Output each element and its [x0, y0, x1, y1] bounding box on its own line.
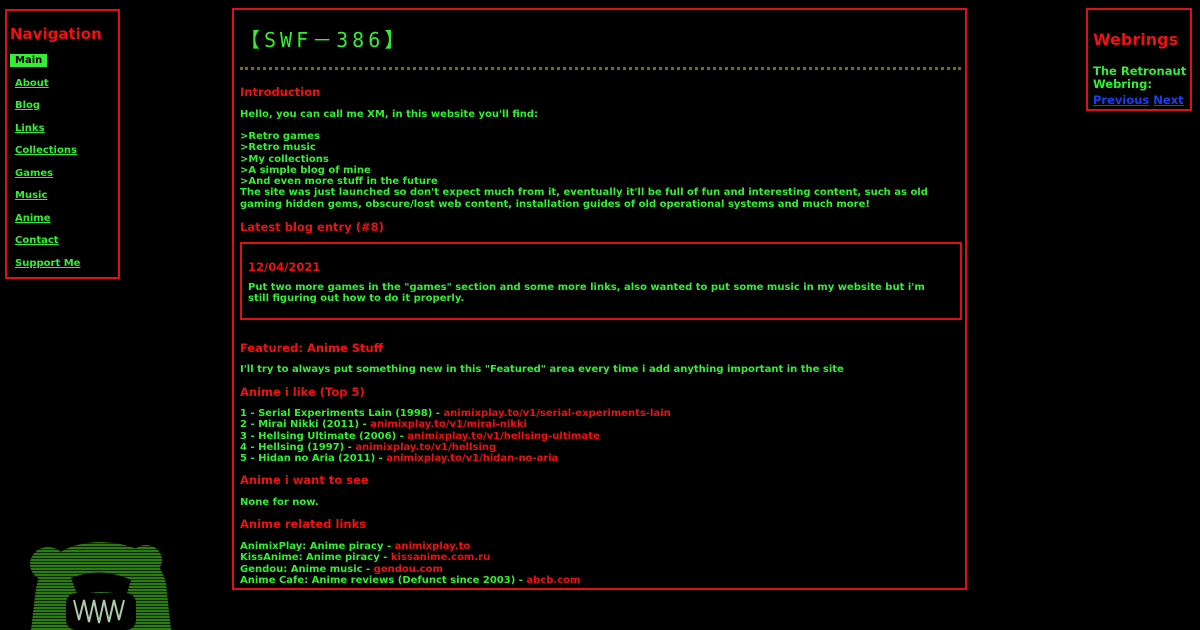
nav-link-music[interactable]: Music	[10, 189, 52, 202]
anime-links-list: AnimixPlay: Anime piracy - animixplay.to…	[240, 541, 962, 586]
anime-link[interactable]: animixplay.to/v1/hellsing-ultimate	[407, 431, 600, 442]
intro-list-item: >A simple blog of mine	[240, 164, 371, 176]
blog-text: Put two more games in the "games" sectio…	[248, 282, 925, 305]
webring-next-link[interactable]: Next	[1153, 93, 1183, 107]
navigation-panel: Navigation Main About Blog Links Collect…	[5, 9, 120, 279]
external-link[interactable]: abcb.com	[526, 575, 580, 586]
nav-link-games[interactable]: Games	[10, 167, 58, 180]
webring-nav: Previous Next	[1093, 93, 1184, 107]
nav-link-collections[interactable]: Collections	[10, 144, 82, 157]
anime-links-heading: Anime related links	[240, 517, 367, 531]
intro-greeting: Hello, you can call me XM, in this websi…	[240, 109, 539, 120]
intro-list-item: >My collections	[240, 153, 329, 165]
nav-link-support-me[interactable]: Support Me	[10, 257, 85, 270]
nav-link-blog[interactable]: Blog	[10, 99, 45, 112]
blog-heading: Latest blog entry (#8)	[240, 220, 384, 234]
anime-link[interactable]: animixplay.to/v1/hidan-no-aria	[386, 453, 558, 464]
featured-heading: Featured: Anime Stuff	[240, 341, 384, 355]
anime-like-heading: Anime i like (Top 5)	[240, 385, 365, 399]
nav-link-anime[interactable]: Anime	[10, 212, 56, 225]
intro-note: The site was just launched so don't expe…	[240, 187, 928, 210]
webring-name: The Retronaut Webring:	[1093, 64, 1187, 91]
anime-like-list: 1 - Serial Experiments Lain (1998) - ani…	[240, 408, 962, 464]
main-content-panel: 【SWF－386】 Introduction Hello, you can ca…	[232, 8, 967, 590]
intro-list-item: >And even more stuff in the future	[240, 176, 438, 188]
nav-link-links[interactable]: Links	[10, 122, 50, 135]
list-item: 5 - Hidan no Aria (2011) - animixplay.to…	[240, 453, 559, 465]
list-item: Anime Cafe: Anime reviews (Defunct since…	[240, 574, 581, 586]
navigation-title: Navigation	[10, 25, 102, 43]
blog-entry-box: 12/04/2021 Put two more games in the "ga…	[240, 242, 962, 320]
webring-previous-link[interactable]: Previous	[1093, 93, 1149, 107]
anime-link[interactable]: animixplay.to/v1/serial-experiments-lain	[443, 408, 670, 419]
external-link[interactable]: gendou.com	[374, 564, 443, 575]
list-item: 4 - Hellsing (1997) - animixplay.to/v1/h…	[240, 441, 497, 453]
nav-link-about[interactable]: About	[10, 77, 54, 90]
list-item: 1 - Serial Experiments Lain (1998) - ani…	[240, 408, 671, 419]
anime-link[interactable]: animixplay.to/v1/hellsing	[355, 442, 496, 453]
blog-date: 12/04/2021	[248, 260, 321, 274]
list-item: KissAnime: Anime piracy - kissanime.com.…	[240, 552, 491, 564]
featured-text: I'll try to always put something new in …	[240, 364, 844, 375]
list-item: 3 - Hellsing Ultimate (2006) - animixpla…	[240, 430, 600, 442]
external-link[interactable]: animixplay.to	[395, 541, 471, 552]
intro-list: >Retro games >Retro music >My collection…	[240, 131, 962, 210]
intro-list-item: >Retro music	[240, 142, 316, 154]
anime-link[interactable]: animixplay.to/v1/mirai-nikki	[370, 419, 527, 430]
intro-list-item: >Retro games	[240, 131, 320, 142]
nav-link-contact[interactable]: Contact	[10, 234, 64, 247]
navigation-list: Main About Blog Links Collections Games …	[10, 54, 85, 279]
anime-want-heading: Anime i want to see	[240, 473, 369, 487]
webrings-title: Webrings	[1093, 30, 1179, 49]
nav-link-main[interactable]: Main	[10, 54, 48, 67]
list-item: 2 - Mirai Nikki (2011) - animixplay.to/v…	[240, 419, 527, 431]
dotted-divider	[240, 67, 961, 70]
introduction-heading: Introduction	[240, 85, 321, 99]
list-item: AnimixPlay: Anime piracy - animixplay.to	[240, 541, 471, 552]
site-title: 【SWF－386】	[240, 28, 409, 52]
webrings-panel: Webrings The Retronaut Webring: Previous…	[1086, 8, 1192, 111]
anime-want-text: None for now.	[240, 497, 319, 508]
external-link[interactable]: kissanime.com.ru	[391, 552, 490, 563]
list-item: Gendou: Anime music - gendou.com	[240, 563, 443, 575]
bear-mascot-icon	[30, 542, 171, 630]
